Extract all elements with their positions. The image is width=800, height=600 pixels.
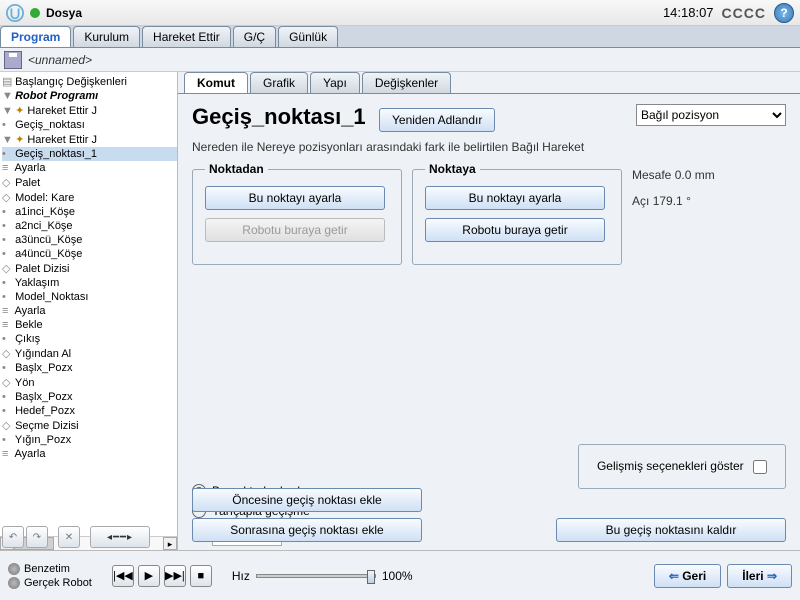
tree-node[interactable]: ≡ Bekle (2, 318, 177, 332)
real-robot-radio[interactable]: Gerçek Robot (8, 577, 92, 589)
delete-button[interactable]: ✕ (58, 526, 80, 548)
tree-node[interactable]: • Çıkış (2, 332, 177, 346)
redo-button[interactable]: ↷ (26, 526, 48, 548)
back-button[interactable]: ⇐ Geri (654, 564, 721, 588)
tree-node[interactable]: • a2nci_Köşe (2, 219, 177, 233)
main-tab-hareket ettir[interactable]: Hareket Ettir (142, 26, 231, 47)
from-set-button[interactable]: Bu noktayı ayarla (205, 186, 385, 210)
move-arrows[interactable]: ◂━━▸ (90, 526, 150, 548)
tree-node[interactable]: ◇ Yığından Al (2, 346, 177, 361)
from-move-button[interactable]: Robotu buraya getir (205, 218, 385, 242)
tree-node[interactable]: • Model_Noktası (2, 290, 177, 304)
remove-button[interactable]: Bu geçiş noktasını kaldır (556, 518, 786, 542)
tree-node[interactable]: ◇ Seçme Dizisi (2, 418, 177, 433)
tree-node[interactable]: ≡ Ayarla (2, 447, 177, 461)
status-dot-icon (30, 8, 40, 18)
brand: CCCC (722, 5, 766, 21)
tree-node[interactable]: • Başlx_Pozx (2, 361, 177, 375)
skip-fwd-button[interactable]: ▶▶| (164, 565, 186, 587)
advanced-checkbox[interactable] (753, 460, 767, 474)
position-mode-select[interactable]: Bağıl pozisyon (636, 104, 786, 126)
tree-node[interactable]: • Yaklaşım (2, 276, 177, 290)
undo-button[interactable]: ↶ (2, 526, 24, 548)
help-button[interactable]: ? (774, 3, 794, 23)
tree-node[interactable]: • a1inci_Köşe (2, 205, 177, 219)
sub-tab-komut[interactable]: Komut (184, 72, 248, 93)
tree-node[interactable]: ▼ ✦ Hareket Ettir J (2, 103, 177, 118)
tree-node[interactable]: ◇ Palet (2, 175, 177, 190)
tree-node[interactable]: ≡ Ayarla (2, 304, 177, 318)
main-tab-g/ç[interactable]: G/Ç (233, 26, 276, 47)
measurements: Mesafe 0.0 mm Açı 179.1 ° (632, 168, 715, 265)
play-button[interactable]: ▶ (138, 565, 160, 587)
tree-node[interactable]: ≡ Ayarla (2, 161, 177, 175)
sub-tab-grafik[interactable]: Grafik (250, 72, 308, 93)
to-move-button[interactable]: Robotu buraya getir (425, 218, 605, 242)
waypoint-heading: Geçiş_noktası_1 (192, 104, 366, 130)
from-group: Noktadan Bu noktayı ayarla Robotu buraya… (192, 162, 402, 265)
tree-node[interactable]: ▼ Robot Programı (2, 89, 177, 103)
window-title: Dosya (46, 6, 82, 20)
clock: 14:18:07 (663, 5, 714, 20)
sub-tab-değişkenler[interactable]: Değişkenler (362, 72, 451, 93)
to-group: Noktaya Bu noktayı ayarla Robotu buraya … (412, 162, 622, 265)
to-set-button[interactable]: Bu noktayı ayarla (425, 186, 605, 210)
tree-node[interactable]: ◇ Palet Dizisi (2, 261, 177, 276)
tree-node[interactable]: • Geçiş_noktası (2, 118, 177, 132)
tree-node[interactable]: • Hedef_Pozx (2, 404, 177, 418)
main-tab-program[interactable]: Program (0, 26, 71, 47)
stop-button[interactable]: ■ (190, 565, 212, 587)
tree-node[interactable]: • a4üncü_Köşe (2, 247, 177, 261)
add-after-button[interactable]: Sonrasına geçiş noktası ekle (192, 518, 422, 542)
tree-node[interactable]: ◇ Yön (2, 375, 177, 390)
file-name: <unnamed> (28, 53, 92, 67)
tree-node[interactable]: ▼ ✦ Hareket Ettir J (2, 132, 177, 147)
sub-tab-yapı[interactable]: Yapı (310, 72, 360, 93)
add-before-button[interactable]: Öncesine geçiş noktası ekle (192, 488, 422, 512)
tree-node[interactable]: • Geçiş_noktası_1 (2, 147, 177, 161)
rename-button[interactable]: Yeniden Adlandır (379, 108, 495, 132)
tree-node[interactable]: ◇ Model: Kare (2, 190, 177, 205)
tree-node[interactable]: ▤ Başlangıç Değişkenleri (2, 74, 177, 89)
tree-node[interactable]: • Yığın_Pozx (2, 433, 177, 447)
save-icon[interactable] (4, 51, 22, 69)
simulation-radio[interactable]: Benzetim (8, 563, 92, 575)
description: Nereden ile Nereye pozisyonları arasında… (192, 140, 786, 154)
main-tab-günlük[interactable]: Günlük (278, 26, 338, 47)
program-tree[interactable]: ▤ Başlangıç Değişkenleri▼ Robot Programı… (0, 72, 178, 550)
main-tab-kurulum[interactable]: Kurulum (73, 26, 140, 47)
tree-node[interactable]: • a3üncü_Köşe (2, 233, 177, 247)
speed-slider[interactable] (256, 574, 376, 578)
next-button[interactable]: İleri ⇒ (727, 564, 792, 588)
tree-node[interactable]: • Başlx_Pozx (2, 390, 177, 404)
ur-logo-icon (6, 4, 24, 22)
skip-back-button[interactable]: |◀◀ (112, 565, 134, 587)
